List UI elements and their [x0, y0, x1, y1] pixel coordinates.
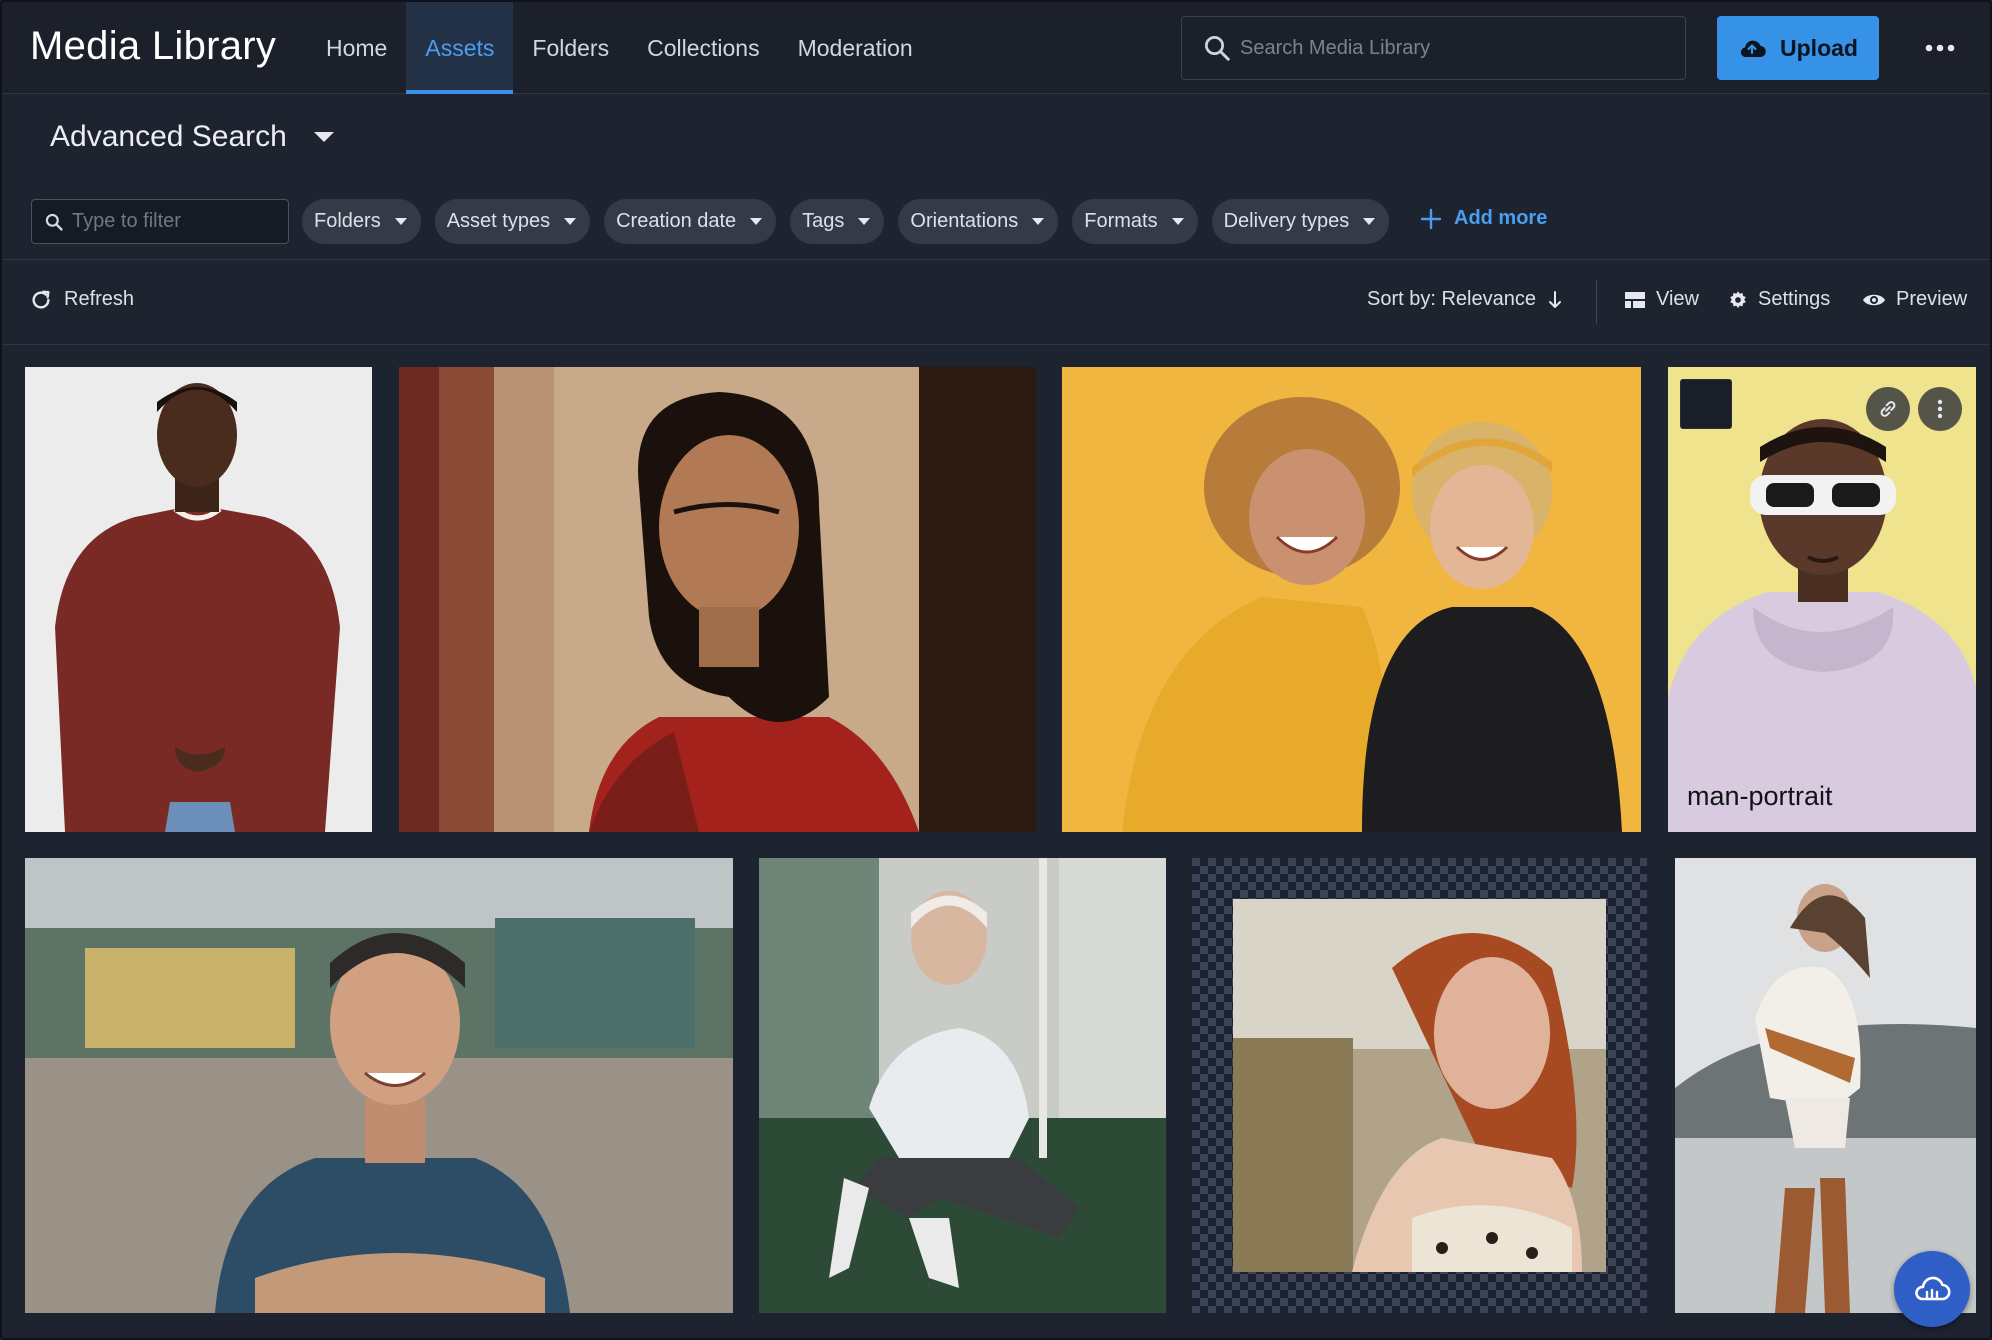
toolbar-divider [1596, 280, 1597, 324]
advanced-search-label: Advanced Search [50, 120, 287, 153]
filter-chip-delivery-types[interactable]: Delivery types [1211, 199, 1390, 244]
search-input[interactable] [1240, 17, 1670, 79]
asset-tile-man-portrait[interactable]: man-portrait [1668, 367, 1976, 832]
refresh-icon [32, 290, 50, 309]
filter-input[interactable] [72, 200, 282, 243]
view-button[interactable]: View [1624, 288, 1699, 311]
refresh-button[interactable]: Refresh [30, 288, 134, 311]
asset-thumbnail [25, 858, 733, 1313]
asset-thumbnail [399, 367, 1036, 832]
chip-label: Tags [802, 210, 845, 232]
asset-tile[interactable] [1675, 858, 1976, 1313]
caret-down-icon [1171, 218, 1184, 225]
asset-tile[interactable] [1062, 367, 1641, 832]
sort-label: Sort by: Relevance [1367, 288, 1536, 310]
asset-tile[interactable] [1192, 858, 1647, 1313]
eye-icon [1863, 294, 1885, 305]
cloud-assistant-button[interactable] [1894, 1251, 1970, 1327]
nav-collections[interactable]: Collections [628, 2, 779, 94]
top-bar: Media Library Home Assets Folders Collec… [2, 2, 1990, 94]
nav-home[interactable]: Home [307, 2, 406, 94]
upload-label: Upload [1780, 34, 1858, 61]
upload-button[interactable]: Upload [1717, 16, 1879, 80]
select-checkbox[interactable] [1680, 379, 1732, 429]
add-more-filters-button[interactable]: Add more [1420, 207, 1547, 230]
filter-chip-folders[interactable]: Folders [302, 199, 421, 244]
preview-button[interactable]: Preview [1862, 288, 1967, 311]
cloud-icon [1915, 1276, 1951, 1301]
more-options-icon[interactable] [1920, 30, 1960, 66]
filter-chip-creation-date[interactable]: Creation date [604, 199, 777, 244]
add-more-label: Add more [1454, 207, 1548, 229]
copy-link-icon[interactable] [1866, 387, 1910, 431]
filter-chip-tags[interactable]: Tags [790, 199, 885, 244]
nav-folders[interactable]: Folders [513, 2, 628, 94]
divider [2, 344, 1990, 345]
divider [2, 259, 1990, 260]
nav-assets[interactable]: Assets [406, 2, 514, 94]
caret-down-icon [313, 132, 334, 142]
main-nav: Home Assets Folders Collections Moderati… [307, 2, 932, 94]
caret-down-icon [1032, 218, 1045, 225]
cloud-upload-icon [1740, 40, 1766, 58]
refresh-label: Refresh [64, 288, 135, 310]
filter-chip-orientations[interactable]: Orientations [898, 199, 1059, 244]
search-box[interactable] [1181, 16, 1686, 80]
filter-chip-asset-types[interactable]: Asset types [434, 199, 591, 244]
caret-down-icon [750, 218, 763, 225]
asset-thumbnail [1192, 858, 1647, 1313]
chip-label: Asset types [446, 210, 551, 232]
chip-label: Orientations [910, 210, 1019, 232]
settings-label: Settings [1758, 288, 1831, 310]
chip-label: Creation date [616, 210, 737, 232]
settings-button[interactable]: Settings [1728, 288, 1830, 311]
asset-thumbnail [1062, 367, 1641, 832]
asset-thumbnail [1675, 858, 1976, 1313]
more-vertical-icon[interactable] [1918, 387, 1962, 431]
asset-name: man-portrait [1687, 781, 1833, 811]
asset-tile[interactable] [25, 858, 733, 1313]
nav-moderation[interactable]: Moderation [779, 2, 932, 94]
caret-down-icon [858, 218, 871, 225]
search-icon [45, 213, 63, 231]
asset-tile[interactable] [25, 367, 372, 832]
caret-down-icon [564, 218, 577, 225]
search-icon [1205, 36, 1230, 61]
chip-label: Folders [314, 210, 381, 232]
filter-chips: Folders Asset types Creation date Tags O… [302, 199, 1390, 244]
grid-view-icon [1625, 291, 1645, 308]
caret-down-icon [394, 218, 407, 225]
advanced-search-toggle[interactable]: Advanced Search [50, 120, 335, 154]
asset-tile[interactable] [399, 367, 1036, 832]
chip-label: Formats [1084, 210, 1158, 232]
asset-thumbnail [25, 367, 372, 832]
caret-down-icon [1363, 218, 1376, 225]
app-window: Media Library Home Assets Folders Collec… [0, 0, 1992, 1340]
view-label: View [1656, 288, 1699, 310]
arrow-down-icon [1548, 290, 1561, 308]
asset-thumbnail [1668, 367, 1976, 832]
chip-label: Delivery types [1223, 210, 1350, 232]
sort-dropdown[interactable]: Sort by: Relevance [1367, 288, 1562, 311]
asset-tile[interactable] [759, 858, 1166, 1313]
filter-box[interactable] [31, 199, 289, 244]
preview-label: Preview [1896, 288, 1968, 310]
filter-chip-formats[interactable]: Formats [1072, 199, 1198, 244]
plus-icon [1420, 208, 1442, 229]
asset-thumbnail [759, 858, 1166, 1313]
gear-icon [1730, 290, 1746, 308]
app-title: Media Library [30, 24, 277, 68]
